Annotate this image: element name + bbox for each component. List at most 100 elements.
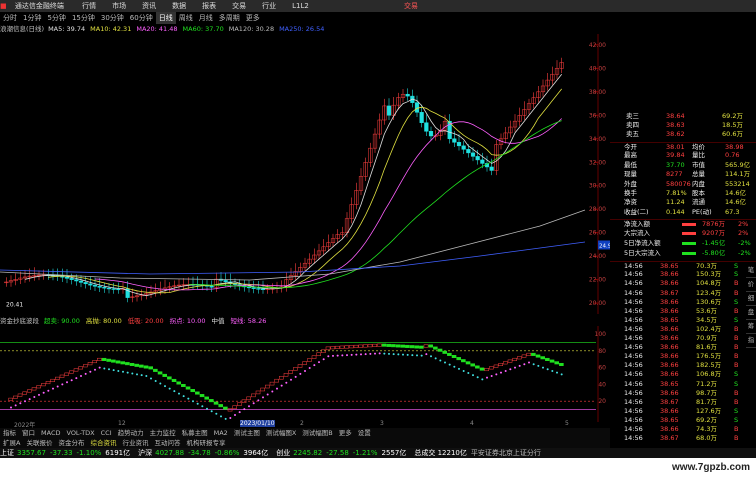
indicator-tab[interactable]: CCI (98, 428, 115, 438)
ma-legend-item: MA60: 37.70 (182, 25, 224, 33)
extension-tab[interactable]: 扩展A (0, 438, 23, 448)
indicator-tab[interactable]: 测试主图 (231, 428, 263, 438)
indicator-tab[interactable]: MACD (38, 428, 63, 438)
flow-pct: -2% (738, 239, 751, 248)
osc-dot (154, 380, 157, 383)
detail-tab[interactable]: 价 (746, 278, 756, 292)
osc-bar (129, 362, 135, 366)
osc-bar (391, 344, 396, 348)
candle-body (111, 288, 116, 290)
osc-bar (125, 362, 130, 366)
candle-body (466, 149, 471, 154)
indicator-tab[interactable]: 私募主图 (179, 428, 211, 438)
indicator-tab[interactable]: MA2 (211, 428, 231, 438)
detail-tab[interactable]: 指 (746, 334, 756, 348)
index-quote[interactable]: 创业 2245.82 -27.58 -1.21% 2557亿 (276, 449, 406, 457)
osc-dot (532, 363, 535, 366)
index-change: -27.58 (326, 449, 349, 457)
quote-row: 今开 38.01 均价 38.98 (610, 142, 756, 151)
kline-chart[interactable]: 42.00 40.00 38.00 36.00 34.00 32.00 30.00 28.00… (0, 34, 610, 314)
indicator-tab[interactable]: 窗口 (19, 428, 38, 438)
indicator-tab[interactable]: 指标 (0, 428, 19, 438)
extension-tab[interactable]: 行业资讯 (119, 438, 151, 448)
indicator-tab[interactable]: VOL-TDX (63, 428, 97, 438)
quote-row: 14:56 38.67 68.0万 B (610, 434, 756, 443)
detail-tab[interactable]: 筹 (746, 320, 756, 334)
indicator-tab[interactable]: 趋势动力 (115, 428, 147, 438)
tick-volume: 127.6万 (696, 406, 722, 415)
quote-row: 14:56 38.66 127.6万 S (610, 407, 756, 416)
menu-item[interactable]: 行情 (82, 2, 96, 10)
detail-tab[interactable]: 细 (746, 292, 756, 306)
period-tab[interactable]: 5分钟 (44, 12, 68, 24)
extension-tab[interactable]: 资金分布 (55, 438, 87, 448)
osc-dot (280, 384, 283, 387)
period-tab[interactable]: 60分钟 (127, 12, 156, 24)
tick-price: 38.66 (660, 370, 679, 379)
indicator-chart[interactable]: 100 80 60 40 20 (0, 326, 610, 422)
candle-body (64, 276, 70, 279)
osc-bar (465, 361, 471, 365)
order-price: 38.63 (666, 121, 685, 129)
tick-time: 14:56 (624, 388, 643, 397)
indicator-tab[interactable]: 更多 (336, 428, 355, 438)
period-tab[interactable]: 更多 (243, 12, 263, 24)
osc-dot (98, 366, 101, 369)
order-price: 38.62 (666, 130, 685, 138)
date-label: 2023/01/10 (240, 420, 275, 427)
quote-row: 14:56 38.67 123.4万 B (610, 289, 756, 298)
tick-price: 38.67 (660, 288, 679, 297)
tick-side: S (734, 379, 739, 388)
index-quote[interactable]: 上证 3357.67 -37.33 -1.10% 6191亿 (0, 449, 130, 457)
tick-time: 14:56 (624, 352, 643, 361)
trade-link[interactable]: 交易 (404, 0, 418, 12)
indicator-tab[interactable]: 设置 (355, 428, 374, 438)
period-tab[interactable]: 分时 (0, 12, 20, 24)
indicator-tab[interactable]: 测试幅图X (263, 428, 299, 438)
menu-item[interactable]: 资讯 (142, 2, 156, 10)
date-label: 4 (470, 420, 474, 427)
period-tab[interactable]: 15分钟 (69, 12, 98, 24)
menu-item[interactable]: 交易 (232, 2, 246, 10)
stat-value: 67.3 (725, 207, 740, 216)
quote-row: 最高 39.84 量比 0.76 (610, 151, 756, 160)
tick-price: 38.66 (660, 388, 679, 397)
extension-tab[interactable]: 关联报价 (23, 438, 55, 448)
osc-bar (223, 406, 228, 410)
menu-item[interactable]: 行业 (262, 2, 276, 10)
candle-body (428, 131, 434, 137)
osc-dot (392, 353, 395, 356)
tick-volume: 34.5万 (696, 315, 717, 324)
tick-side: S (734, 415, 739, 424)
stat-value: 114.1万 (725, 170, 751, 179)
period-tab[interactable]: 1分钟 (20, 12, 44, 24)
extension-tab[interactable]: 互动问答 (151, 438, 183, 448)
tick-side: B (734, 306, 739, 315)
period-tab[interactable]: 30分钟 (98, 12, 127, 24)
osc-dot (434, 357, 437, 360)
period-tab[interactable]: 日线 (155, 12, 176, 24)
osc-bar (442, 350, 447, 354)
index-quote[interactable]: 沪深 4027.88 -34.78 -0.86% 3964亿 (138, 449, 268, 457)
index-pct: -1.21% (352, 449, 378, 457)
index-pct: -0.86% (214, 449, 240, 457)
indicator-legend-item: 低吸: 20.00 (127, 317, 164, 325)
extension-tab[interactable]: 综合资讯 (87, 438, 119, 448)
menu-item[interactable]: 数据 (172, 2, 186, 10)
period-tab[interactable]: 周线 (176, 12, 196, 24)
indicator-tab[interactable]: 主力监控 (147, 428, 179, 438)
quote-row: 现量 8277 总量 114.1万 (610, 170, 756, 179)
detail-tab[interactable]: 盘 (746, 306, 756, 320)
osc-dot (271, 390, 274, 393)
menu-item[interactable]: 市场 (112, 2, 126, 10)
indicator-tab[interactable]: 测试幅图B (299, 428, 335, 438)
tick-price: 38.66 (660, 297, 679, 306)
index-amount: 2557亿 (381, 449, 407, 457)
period-tab[interactable]: 多周期 (216, 12, 243, 24)
extension-tab[interactable]: 机构研报专享 (183, 438, 228, 448)
menu-item[interactable]: 报表 (202, 2, 216, 10)
detail-tab[interactable]: 笔 (746, 264, 756, 278)
osc-bar (162, 373, 167, 377)
period-tab[interactable]: 月线 (196, 12, 216, 24)
menu-item[interactable]: L1L2 (292, 2, 309, 10)
